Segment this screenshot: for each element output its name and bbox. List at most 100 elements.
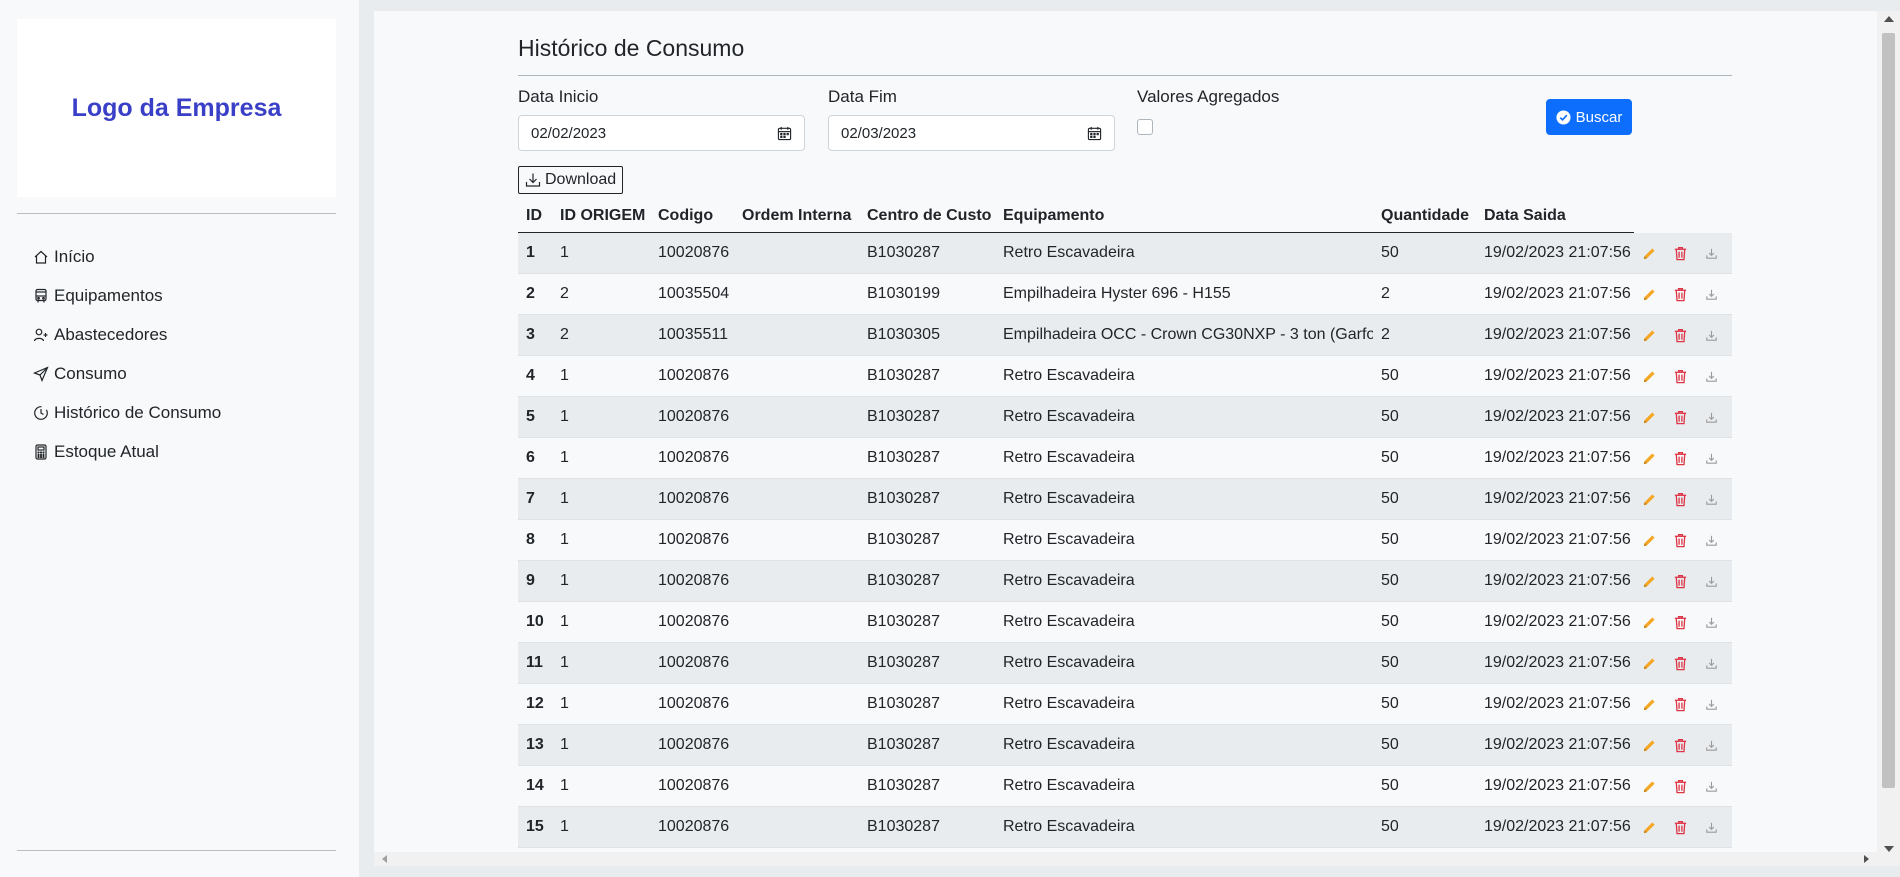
scroll-right-arrow-icon[interactable]: [1864, 855, 1869, 863]
table-row[interactable]: 6 1 10020876 B1030287 Retro Escavadeira 50 19/…: [518, 438, 1732, 479]
company-logo[interactable]: Logo da Empresa: [17, 19, 336, 197]
cell-quantidade: 50: [1381, 613, 1399, 630]
column-header-quantidade[interactable]: Quantidade: [1373, 207, 1476, 225]
download-icon: [525, 173, 541, 187]
scroll-down-arrow-icon[interactable]: [1884, 846, 1894, 852]
row-actions: [1634, 776, 1727, 796]
edit-pencil-icon[interactable]: [1634, 571, 1665, 591]
row-download-icon[interactable]: [1696, 776, 1727, 796]
cell-codigo: 10020876: [658, 613, 730, 630]
row-download-icon[interactable]: [1696, 612, 1727, 632]
table-row[interactable]: 15 1 10020876 B1030287 Retro Escavadeira 50 19…: [518, 807, 1732, 848]
delete-trash-icon[interactable]: [1665, 366, 1696, 386]
row-download-icon[interactable]: [1696, 817, 1727, 837]
edit-pencil-icon[interactable]: [1634, 817, 1665, 837]
table-row[interactable]: 8 1 10020876 B1030287 Retro Escavadeira 50 19/…: [518, 520, 1732, 561]
sidebar-item-abastecedores[interactable]: Abastecedores: [31, 315, 221, 354]
column-header-id[interactable]: ID: [518, 207, 552, 225]
column-header-codigo[interactable]: Codigo: [650, 207, 734, 225]
delete-trash-icon[interactable]: [1665, 735, 1696, 755]
column-header-equipamento[interactable]: Equipamento: [995, 207, 1373, 225]
row-download-icon[interactable]: [1696, 407, 1727, 427]
edit-pencil-icon[interactable]: [1634, 776, 1665, 796]
sidebar-item-inicio[interactable]: Início: [31, 237, 221, 276]
scroll-up-arrow-icon[interactable]: [1884, 16, 1894, 22]
delete-trash-icon[interactable]: [1665, 448, 1696, 468]
delete-trash-icon[interactable]: [1665, 653, 1696, 673]
search-button[interactable]: Buscar: [1546, 99, 1632, 135]
delete-trash-icon[interactable]: [1665, 694, 1696, 714]
table-row[interactable]: 12 1 10020876 B1030287 Retro Escavadeira 50 19…: [518, 684, 1732, 725]
edit-pencil-icon[interactable]: [1634, 530, 1665, 550]
row-download-icon[interactable]: [1696, 489, 1727, 509]
cell-id: 2: [526, 285, 535, 302]
consumption-table: ID ID ORIGEM Codigo Ordem Interna Centro…: [518, 200, 1732, 848]
sidebar-item-estoque-atual[interactable]: Estoque Atual: [31, 432, 221, 471]
column-header-ordem-interna[interactable]: Ordem Interna: [734, 207, 859, 225]
delete-trash-icon[interactable]: [1665, 612, 1696, 632]
delete-trash-icon[interactable]: [1665, 489, 1696, 509]
scroll-left-arrow-icon[interactable]: [382, 855, 387, 863]
delete-trash-icon[interactable]: [1665, 284, 1696, 304]
column-header-id-origem[interactable]: ID ORIGEM: [552, 207, 650, 225]
horizontal-scrollbar[interactable]: [374, 852, 1877, 866]
delete-trash-icon[interactable]: [1665, 325, 1696, 345]
delete-trash-icon[interactable]: [1665, 407, 1696, 427]
vertical-scroll-thumb[interactable]: [1882, 33, 1895, 788]
edit-pencil-icon[interactable]: [1634, 489, 1665, 509]
end-date-input[interactable]: 02/03/2023: [828, 115, 1115, 151]
table-row[interactable]: 7 1 10020876 B1030287 Retro Escavadeira 50 19/…: [518, 479, 1732, 520]
edit-pencil-icon[interactable]: [1634, 612, 1665, 632]
edit-pencil-icon[interactable]: [1634, 325, 1665, 345]
vertical-scrollbar[interactable]: [1877, 11, 1900, 866]
column-header-centro-de-custo[interactable]: Centro de Custo: [859, 207, 995, 225]
delete-trash-icon[interactable]: [1665, 776, 1696, 796]
row-download-icon[interactable]: [1696, 653, 1727, 673]
aggregate-checkbox[interactable]: [1137, 119, 1153, 135]
cell-equipamento: Retro Escavadeira: [1003, 818, 1135, 835]
calendar-icon[interactable]: [1087, 126, 1102, 141]
edit-pencil-icon[interactable]: [1634, 653, 1665, 673]
row-download-icon[interactable]: [1696, 571, 1727, 591]
row-download-icon[interactable]: [1696, 325, 1727, 345]
row-download-icon[interactable]: [1696, 735, 1727, 755]
row-download-icon[interactable]: [1696, 366, 1727, 386]
table-row[interactable]: 9 1 10020876 B1030287 Retro Escavadeira 50 19/…: [518, 561, 1732, 602]
row-download-icon[interactable]: [1696, 694, 1727, 714]
start-date-input[interactable]: 02/02/2023: [518, 115, 805, 151]
table-row[interactable]: 14 1 10020876 B1030287 Retro Escavadeira 50 19…: [518, 766, 1732, 807]
edit-pencil-icon[interactable]: [1634, 243, 1665, 263]
column-header-data-saida[interactable]: Data Saida: [1476, 207, 1634, 225]
table-row[interactable]: 1 1 10020876 B1030287 Retro Escavadeira 50 19/…: [518, 233, 1732, 274]
row-download-icon[interactable]: [1696, 243, 1727, 263]
delete-trash-icon[interactable]: [1665, 530, 1696, 550]
row-download-icon[interactable]: [1696, 530, 1727, 550]
edit-pencil-icon[interactable]: [1634, 448, 1665, 468]
delete-trash-icon[interactable]: [1665, 571, 1696, 591]
cell-equipamento: Empilhadeira Hyster 696 - H155: [1003, 285, 1231, 302]
edit-pencil-icon[interactable]: [1634, 366, 1665, 386]
table-row[interactable]: 11 1 10020876 B1030287 Retro Escavadeira 50 19…: [518, 643, 1732, 684]
delete-trash-icon[interactable]: [1665, 243, 1696, 263]
table-row[interactable]: 4 1 10020876 B1030287 Retro Escavadeira 50 19/…: [518, 356, 1732, 397]
cell-id: 14: [526, 777, 544, 794]
table-row[interactable]: 3 2 10035511 B1030305 Empilhadeira OCC - Cro…: [518, 315, 1732, 356]
edit-pencil-icon[interactable]: [1634, 407, 1665, 427]
table-row[interactable]: 2 2 10035504 B1030199 Empilhadeira Hyster 69…: [518, 274, 1732, 315]
sidebar-item-consumo[interactable]: Consumo: [31, 354, 221, 393]
table-row[interactable]: 13 1 10020876 B1030287 Retro Escavadeira 50 19…: [518, 725, 1732, 766]
edit-pencil-icon[interactable]: [1634, 735, 1665, 755]
table-row[interactable]: 5 1 10020876 B1030287 Retro Escavadeira 50 19/…: [518, 397, 1732, 438]
sidebar-item-historico-de-consumo[interactable]: Histórico de Consumo: [31, 393, 221, 432]
edit-pencil-icon[interactable]: [1634, 694, 1665, 714]
row-download-icon[interactable]: [1696, 448, 1727, 468]
download-button[interactable]: Download: [518, 166, 624, 194]
row-actions: [1634, 448, 1727, 468]
row-download-icon[interactable]: [1696, 284, 1727, 304]
calendar-icon[interactable]: [777, 126, 792, 141]
sidebar-item-equipamentos[interactable]: Equipamentos: [31, 276, 221, 315]
edit-pencil-icon[interactable]: [1634, 284, 1665, 304]
cell-id: 12: [526, 695, 544, 712]
delete-trash-icon[interactable]: [1665, 817, 1696, 837]
table-row[interactable]: 10 1 10020876 B1030287 Retro Escavadeira 50 19…: [518, 602, 1732, 643]
